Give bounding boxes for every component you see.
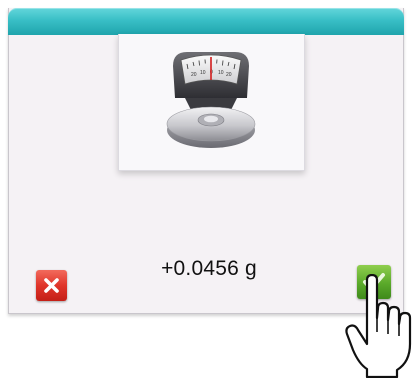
hand-pointer-icon — [345, 274, 412, 378]
cancel-button[interactable] — [36, 270, 67, 301]
dial-tick-label: 10 — [218, 70, 224, 76]
scale-illustration-card: 20 10 0 10 20 — [118, 34, 305, 171]
dial-tick-label: 10 — [200, 70, 206, 76]
weighing-dialog: 20 10 0 10 20 +0.0456 g — [8, 8, 404, 314]
dial-tick-label: 20 — [226, 72, 232, 78]
dialog-title-bar — [8, 8, 404, 35]
weight-readout: +0.0456 g — [161, 257, 257, 280]
close-icon — [44, 278, 59, 293]
scale-icon: 20 10 0 10 20 — [166, 52, 256, 148]
scale-pan-hub-top — [204, 115, 218, 123]
dial-tick-label: 20 — [191, 72, 197, 78]
screen: 20 10 0 10 20 +0.0456 g — [0, 0, 414, 379]
